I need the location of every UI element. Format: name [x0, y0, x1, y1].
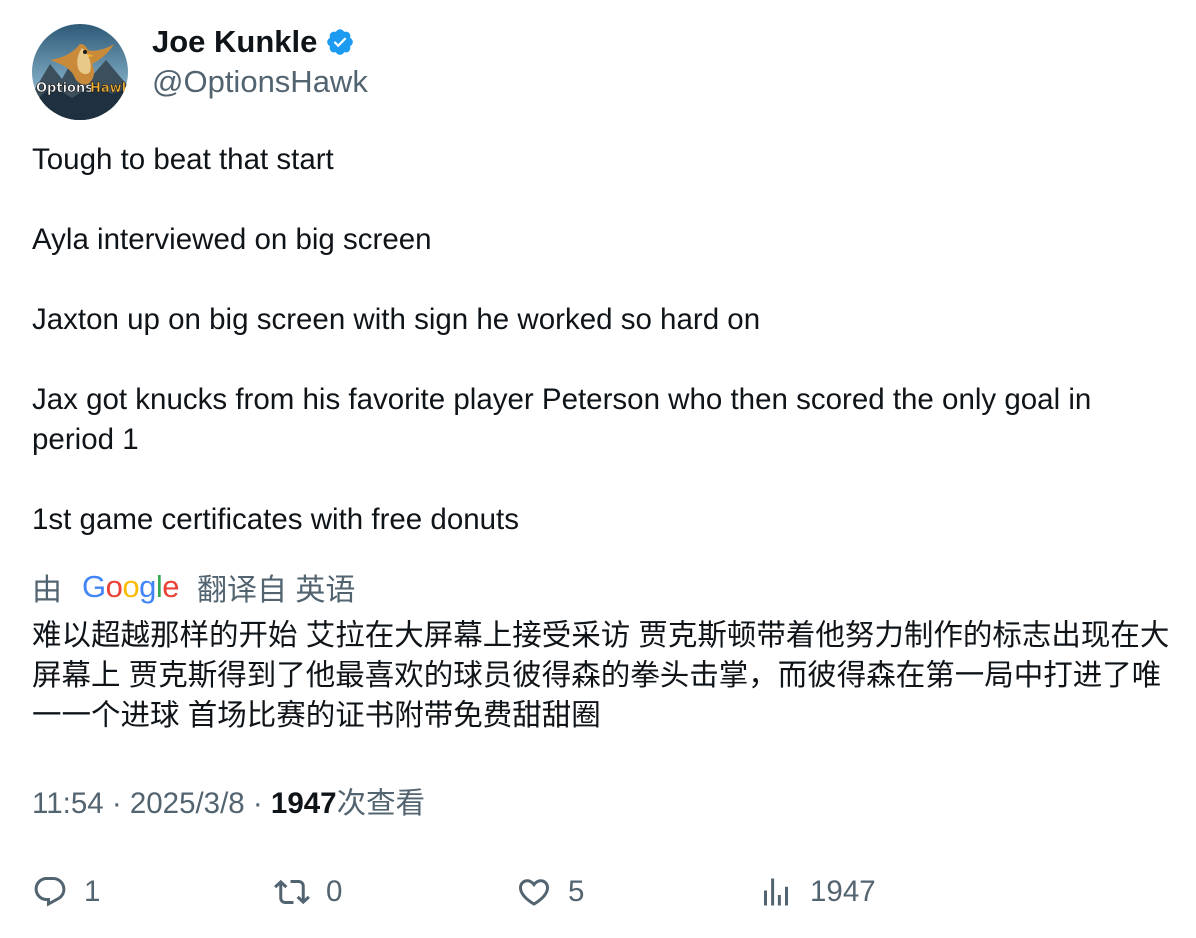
tweet-text: Tough to beat that start Ayla interviewe…	[32, 140, 1172, 540]
display-name-row: Joe Kunkle	[152, 24, 368, 60]
svg-text:Hawk: Hawk	[90, 81, 128, 96]
views-count: 1947	[270, 787, 337, 820]
bar-chart-icon	[764, 878, 788, 906]
tweet-paragraph: 1st game certificates with free donuts	[32, 503, 519, 536]
author-names: Joe Kunkle @OptionsHawk	[152, 24, 368, 102]
views-count-action: 1947	[810, 875, 876, 908]
translated-from-language: 翻译自 英语	[197, 574, 356, 607]
tweet-paragraph: Ayla interviewed on big screen	[32, 223, 432, 256]
retweet-icon	[274, 879, 310, 905]
google-logo[interactable]: Google	[82, 569, 180, 605]
avatar-image: Options Hawk	[32, 24, 128, 120]
like-count: 5	[568, 875, 585, 908]
reply-button[interactable]: 1	[32, 866, 100, 918]
meta-separator: ·	[103, 787, 130, 820]
like-button[interactable]: 5	[516, 866, 584, 918]
tweet-date[interactable]: 2025/3/8	[130, 787, 245, 820]
translated-by-prefix: 由	[32, 574, 62, 607]
tweet-paragraph: Jaxton up on big screen with sign he wor…	[32, 303, 761, 336]
display-name[interactable]: Joe Kunkle	[152, 24, 317, 60]
views-button[interactable]: 1947	[758, 866, 876, 918]
verified-badge-icon[interactable]	[325, 27, 355, 57]
svg-text:Options: Options	[36, 81, 93, 96]
heart-icon	[518, 879, 550, 906]
retweet-button[interactable]: 0	[274, 866, 342, 918]
translated-by-label: 由 Google 翻译自 英语	[32, 566, 355, 608]
views-label: 次查看	[336, 787, 426, 820]
tweet-header: Options Hawk Joe Kunkle @OptionsHawk	[32, 24, 368, 120]
reply-icon	[34, 877, 66, 907]
tweet-time[interactable]: 11:54	[32, 787, 104, 820]
retweet-count: 0	[326, 875, 343, 908]
translated-text: 难以超越那样的开始 艾拉在大屏幕上接受采访 贾克斯顿带着他努力制作的标志出现在大…	[32, 619, 1170, 732]
reply-count: 1	[84, 875, 101, 908]
action-bar: 1 0 5 1947	[32, 866, 1172, 918]
author-handle[interactable]: @OptionsHawk	[152, 62, 368, 102]
tweet-meta: 11:54 · 2025/3/8 · 1947次查看	[32, 784, 425, 824]
tweet-paragraph: Tough to beat that start	[32, 143, 334, 176]
meta-separator: ·	[244, 787, 271, 820]
tweet-paragraph: Jax got knucks from his favorite player …	[32, 383, 1092, 456]
avatar[interactable]: Options Hawk	[32, 24, 128, 120]
